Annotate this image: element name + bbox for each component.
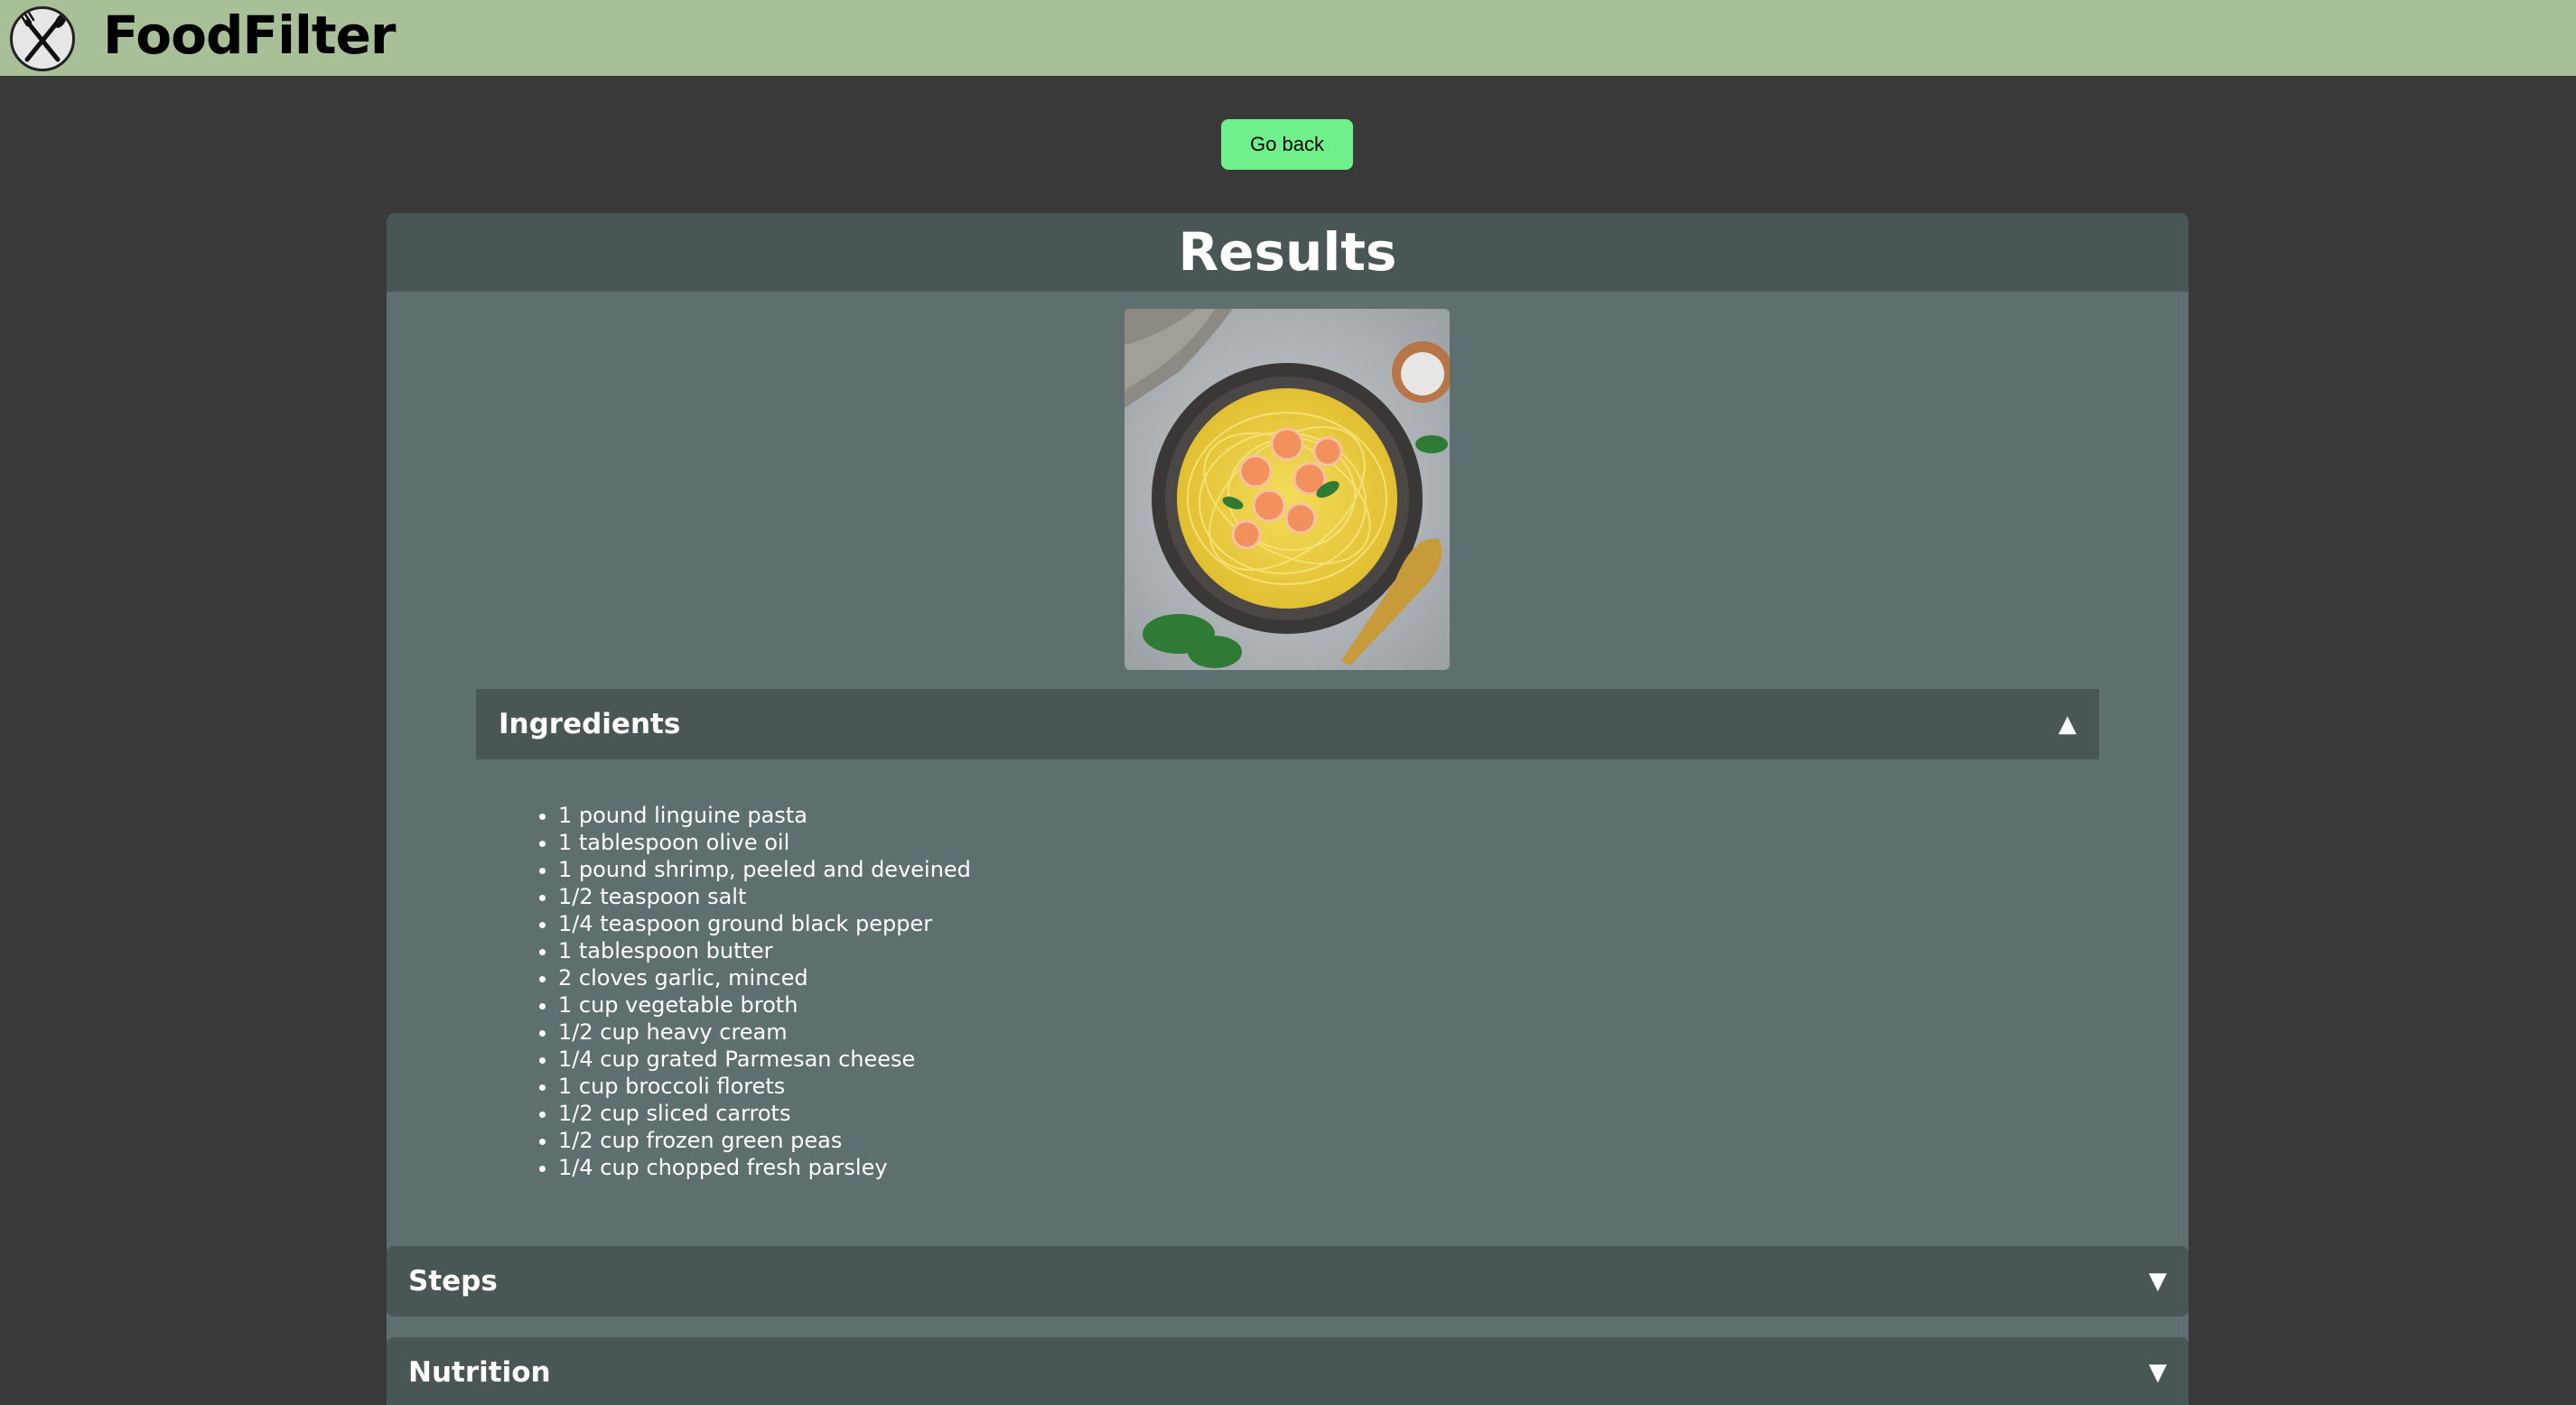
list-item: 1/2 teaspoon salt (558, 883, 971, 910)
list-item: 1/4 cup grated Parmesan cheese (558, 1046, 971, 1073)
chevron-up-icon: ▲ (2058, 711, 2077, 738)
list-item: 1/2 cup heavy cream (558, 1019, 971, 1046)
ingredients-label: Ingredients (499, 708, 681, 740)
ingredients-list: 1 pound linguine pasta 1 tablespoon oliv… (533, 802, 971, 1181)
brand-title[interactable]: FoodFilter (103, 4, 397, 67)
steps-accordion-header[interactable]: Steps ▼ (387, 1246, 2189, 1317)
chevron-down-icon: ▼ (2149, 1268, 2167, 1295)
list-item: 1/2 cup frozen green peas (558, 1127, 971, 1154)
list-item: 1 cup vegetable broth (558, 991, 971, 1019)
list-item: 1/4 cup chopped fresh parsley (558, 1154, 971, 1181)
ingredients-accordion-header[interactable]: Ingredients ▲ (476, 689, 2099, 759)
chevron-down-icon: ▼ (2149, 1359, 2167, 1386)
shrimp-pasta-dish-image (1125, 309, 1450, 670)
list-item: 1 tablespoon olive oil (558, 829, 971, 856)
list-item: 1 cup broccoli florets (558, 1073, 971, 1100)
list-item: 1/2 cup sliced carrots (558, 1100, 971, 1127)
fork-knife-icon[interactable] (10, 6, 75, 71)
list-item: 1 tablespoon butter (558, 937, 971, 964)
list-item: 1/4 teaspoon ground black pepper (558, 910, 971, 937)
page-title: Results (1178, 221, 1397, 283)
list-item: 1 pound shrimp, peeled and deveined (558, 856, 971, 883)
nutrition-accordion-header[interactable]: Nutrition ▼ (387, 1337, 2189, 1405)
results-header: Results (387, 213, 2189, 292)
nutrition-label: Nutrition (408, 1356, 551, 1389)
steps-label: Steps (408, 1265, 498, 1298)
results-panel: Results Ingredients ▲ • 1 pound linguine… (387, 213, 2189, 1405)
list-item: 1 pound linguine pasta (558, 802, 971, 829)
list-item: 2 cloves garlic, minced (558, 964, 971, 991)
go-back-button[interactable]: Go back (1221, 119, 1353, 170)
top-bar: FoodFilter (0, 0, 2576, 76)
